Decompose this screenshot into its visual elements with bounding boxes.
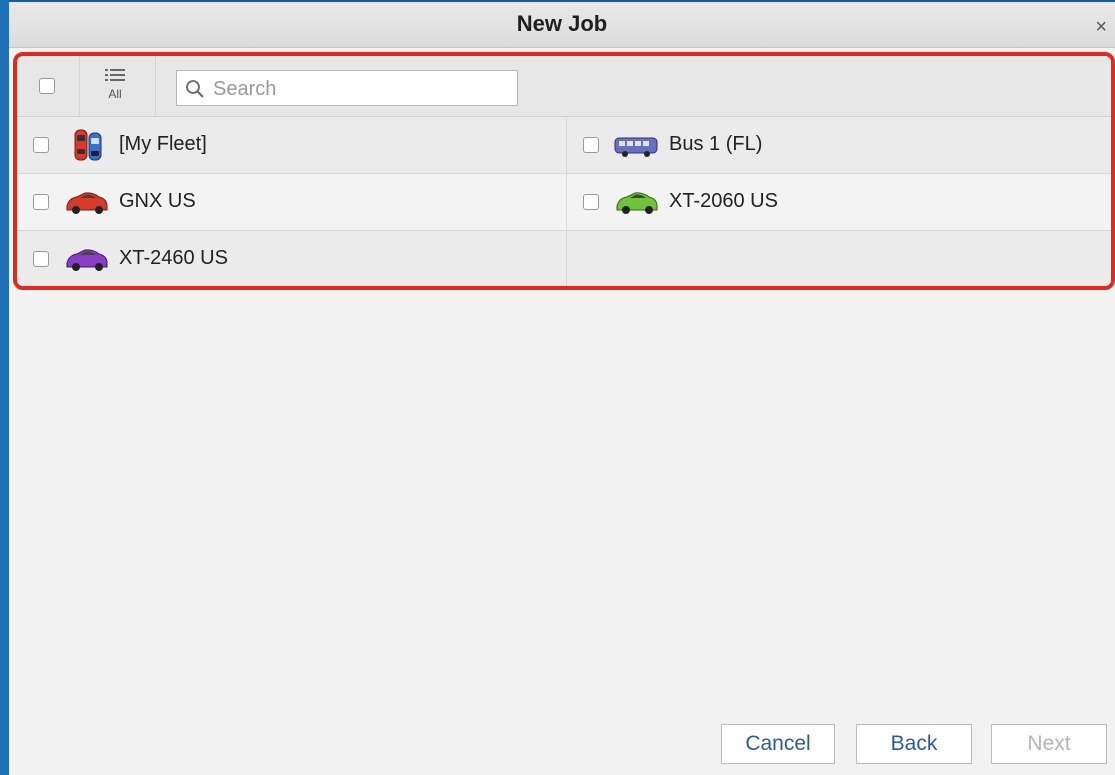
vehicle-item-xt-2460-us[interactable]: XT-2460 US <box>17 231 567 286</box>
vehicle-label: GNX US <box>119 190 196 212</box>
back-button[interactable]: Back <box>856 724 972 764</box>
select-all-checkbox[interactable] <box>39 78 55 94</box>
select-all-cell <box>17 56 80 116</box>
vehicle-checkbox[interactable] <box>583 137 599 153</box>
search-box[interactable] <box>176 70 518 106</box>
vehicle-row: XT-2460 US <box>17 231 1111 286</box>
vehicle-row: [My Fleet] Bus 1 (FL) <box>17 117 1111 174</box>
red-car-icon <box>66 192 108 214</box>
search-input[interactable] <box>211 75 515 103</box>
vehicle-row: GNX US XT-2060 US <box>17 174 1111 231</box>
fleet-cars-icon <box>74 129 102 161</box>
vehicle-checkbox[interactable] <box>583 194 599 210</box>
vehicle-checkbox[interactable] <box>33 194 49 210</box>
vehicle-item-bus-1[interactable]: Bus 1 (FL) <box>567 117 1111 173</box>
vehicle-label: [My Fleet] <box>119 133 207 155</box>
vehicle-item-my-fleet[interactable]: [My Fleet] <box>17 117 567 173</box>
new-job-dialog: New Job × All Search [My Fleet] Bus 1 (F… <box>9 0 1115 775</box>
purple-car-icon <box>66 249 108 271</box>
vehicle-label: XT-2460 US <box>119 247 228 269</box>
green-car-icon <box>616 192 658 214</box>
selection-toolbar: All <box>17 56 1111 117</box>
dialog-title: New Job <box>516 11 608 36</box>
vehicle-checkbox[interactable] <box>33 137 49 153</box>
vehicle-item-gnx-us[interactable]: GNX US <box>17 174 567 230</box>
vehicle-selection-panel: All Search [My Fleet] Bus 1 (FL) GNX US … <box>13 52 1115 290</box>
vehicle-label: Bus 1 (FL) <box>669 133 763 155</box>
search-icon <box>186 80 204 98</box>
vehicle-item-xt-2060-us[interactable]: XT-2060 US <box>567 174 1111 230</box>
next-button[interactable]: Next <box>991 724 1107 764</box>
list-all-label: All <box>108 87 122 101</box>
dialog-titlebar: New Job × <box>9 2 1115 48</box>
bus-icon <box>614 137 658 157</box>
close-icon[interactable]: × <box>1095 16 1107 39</box>
vehicle-label: XT-2060 US <box>669 190 778 212</box>
vehicle-checkbox[interactable] <box>33 251 49 267</box>
list-all-button[interactable]: All <box>95 67 135 105</box>
empty-cell <box>567 231 1111 286</box>
cancel-button[interactable]: Cancel <box>721 724 835 764</box>
